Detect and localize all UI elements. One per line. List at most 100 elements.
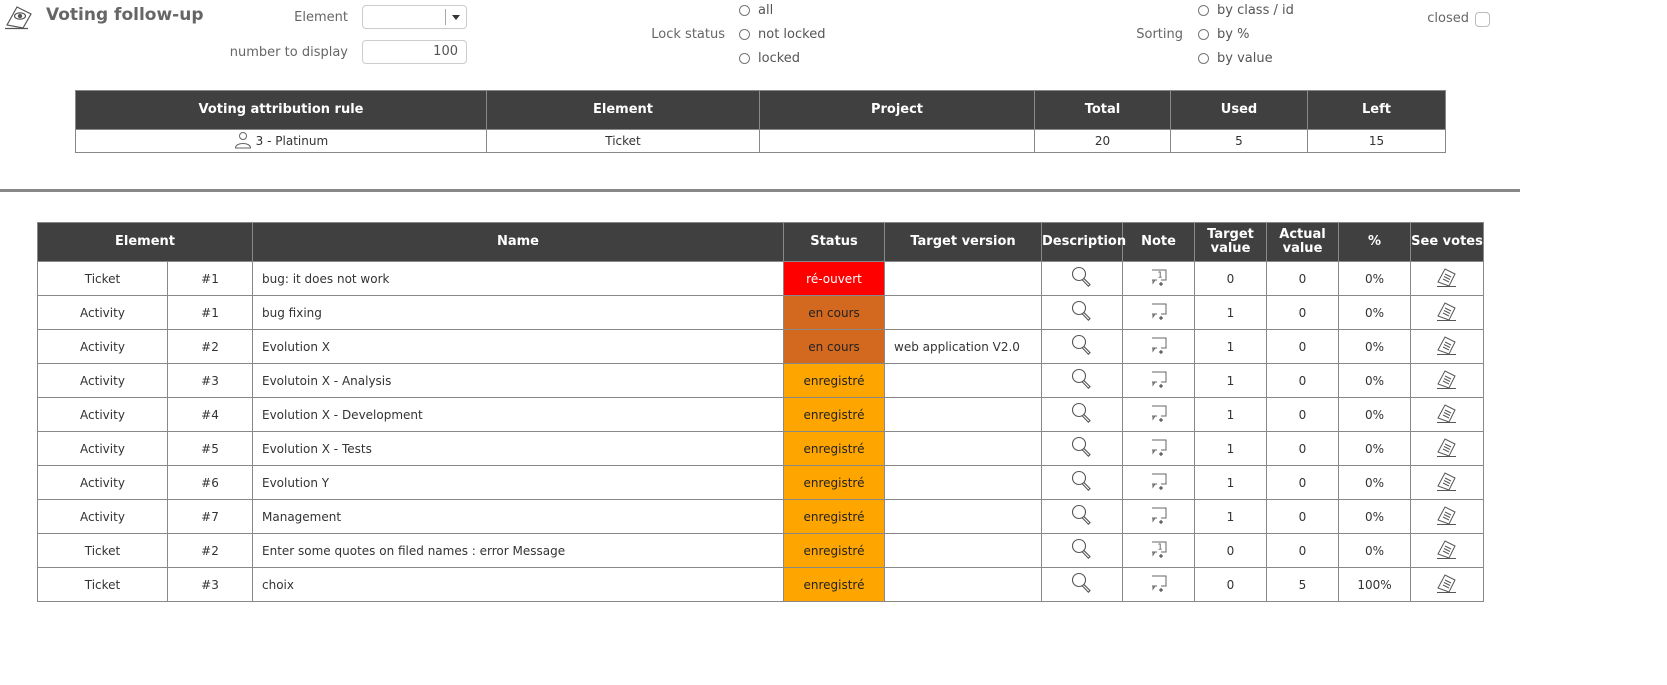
magnifier-icon[interactable] (1070, 571, 1094, 598)
cell-percent: 0% (1338, 295, 1411, 330)
cell-status: en cours (783, 329, 885, 364)
table-row[interactable]: Activity #6 Evolution Y enregistré 1 0 0… (37, 465, 1484, 500)
cell-target-version (884, 397, 1042, 432)
closed-checkbox[interactable] (1475, 12, 1490, 27)
ballot-icon[interactable] (1435, 469, 1459, 496)
add-note-icon[interactable]: 1 (1149, 539, 1169, 562)
ballot-icon[interactable] (1435, 265, 1459, 292)
cell-name[interactable]: Enter some quotes on filed names : error… (252, 533, 784, 568)
cell-actual-value: 0 (1266, 499, 1339, 534)
magnifier-icon[interactable] (1070, 469, 1094, 496)
cell-name[interactable]: Evolutoin X - Analysis (252, 363, 784, 398)
radio-circle[interactable] (1198, 5, 1209, 16)
cell-element-type: Ticket (37, 533, 168, 568)
ballot-icon[interactable] (1435, 503, 1459, 530)
table-row[interactable]: Ticket #2 Enter some quotes on filed nam… (37, 533, 1484, 568)
header-text: Target (1207, 227, 1254, 242)
cell-name[interactable]: Management (252, 499, 784, 534)
cell-element-id: #2 (167, 533, 253, 568)
cell-note: 1 (1122, 533, 1195, 568)
cell-name[interactable]: bug: it does not work (252, 261, 784, 296)
add-note-icon[interactable] (1149, 403, 1169, 426)
ballot-icon[interactable] (1435, 299, 1459, 326)
ballot-icon[interactable] (1435, 367, 1459, 394)
cell-name[interactable]: bug fixing (252, 295, 784, 330)
ballot-icon[interactable] (1435, 333, 1459, 360)
summary-header-row: Voting attribution rule Element Project … (75, 90, 1446, 130)
cell-status: enregistré (783, 499, 885, 534)
element-filter-select[interactable] (362, 5, 467, 29)
cell-target-version (884, 261, 1042, 296)
table-row[interactable]: Ticket #1 bug: it does not work ré-ouver… (37, 261, 1484, 296)
cell-target-value: 1 (1194, 431, 1267, 466)
table-row[interactable]: Activity #7 Management enregistré 1 0 0% (37, 499, 1484, 534)
sorting-radio-by-class-id[interactable]: by class / id (1198, 3, 1294, 18)
add-note-icon[interactable] (1149, 335, 1169, 358)
page-title: Voting follow-up (46, 5, 204, 25)
ballot-eye-icon (4, 4, 34, 30)
table-row[interactable]: Activity #3 Evolutoin X - Analysis enreg… (37, 363, 1484, 398)
ballot-icon[interactable] (1435, 401, 1459, 428)
sorting-radio-by-value[interactable]: by value (1198, 51, 1273, 66)
cell-note (1122, 363, 1195, 398)
add-note-icon[interactable] (1149, 369, 1169, 392)
sorting-radio-by-percent[interactable]: by % (1198, 27, 1249, 42)
ballot-icon[interactable] (1435, 537, 1459, 564)
cell-status: en cours (783, 295, 885, 330)
cell-name[interactable]: Evolution Y (252, 465, 784, 500)
table-row[interactable]: Activity #2 Evolution X en cours web app… (37, 329, 1484, 364)
cell-status: enregistré (783, 397, 885, 432)
ballot-icon[interactable] (1435, 435, 1459, 462)
add-note-icon[interactable]: 1 (1149, 267, 1169, 290)
cell-target-value: 0 (1194, 261, 1267, 296)
table-row[interactable]: Activity #5 Evolution X - Tests enregist… (37, 431, 1484, 466)
cell-see-votes (1410, 329, 1484, 364)
magnifier-icon[interactable] (1070, 435, 1094, 462)
ballot-icon[interactable] (1435, 571, 1459, 598)
voting-summary-table: Voting attribution rule Element Project … (75, 90, 1446, 153)
radio-circle[interactable] (1198, 53, 1209, 64)
magnifier-icon[interactable] (1070, 503, 1094, 530)
cell-element-id: #3 (167, 567, 253, 602)
radio-circle[interactable] (1198, 29, 1209, 40)
lock-status-radio-all[interactable]: all (739, 3, 773, 18)
add-note-icon[interactable] (1149, 437, 1169, 460)
cell-name[interactable]: Evolution X - Development (252, 397, 784, 432)
cell-actual-value: 0 (1266, 465, 1339, 500)
cell-left: 15 (1307, 129, 1446, 153)
table-row[interactable]: Activity #4 Evolution X - Development en… (37, 397, 1484, 432)
cell-element-id: #3 (167, 363, 253, 398)
radio-circle[interactable] (739, 5, 750, 16)
cell-target-value: 0 (1194, 533, 1267, 568)
magnifier-icon[interactable] (1070, 537, 1094, 564)
magnifier-icon[interactable] (1070, 367, 1094, 394)
chevron-down-icon[interactable] (445, 9, 466, 25)
add-note-icon[interactable] (1149, 471, 1169, 494)
magnifier-icon[interactable] (1070, 299, 1094, 326)
add-note-icon[interactable] (1149, 505, 1169, 528)
add-note-icon[interactable] (1149, 573, 1169, 596)
table-row[interactable]: Activity #1 bug fixing en cours 1 0 0% (37, 295, 1484, 330)
cell-name[interactable]: Evolution X (252, 329, 784, 364)
table-row[interactable]: Ticket #3 choix enregistré 0 5 100% (37, 567, 1484, 602)
cell-actual-value: 0 (1266, 295, 1339, 330)
lock-status-radio-not-locked[interactable]: not locked (739, 27, 825, 42)
radio-circle[interactable] (739, 53, 750, 64)
cell-name[interactable]: Evolution X - Tests (252, 431, 784, 466)
magnifier-icon[interactable] (1070, 333, 1094, 360)
number-to-display-input[interactable]: 100 (362, 40, 467, 64)
cell-element-type: Activity (37, 329, 168, 364)
cell-target-version (884, 499, 1042, 534)
magnifier-icon[interactable] (1070, 401, 1094, 428)
lock-status-radio-locked[interactable]: locked (739, 51, 800, 66)
cell-actual-value: 0 (1266, 329, 1339, 364)
radio-circle[interactable] (739, 29, 750, 40)
header-used: Used (1170, 90, 1308, 130)
add-note-icon[interactable] (1149, 301, 1169, 324)
cell-see-votes (1410, 567, 1484, 602)
radio-label: all (758, 3, 774, 18)
cell-name[interactable]: choix (252, 567, 784, 602)
cell-see-votes (1410, 499, 1484, 534)
cell-element-type: Activity (37, 295, 168, 330)
magnifier-icon[interactable] (1070, 265, 1094, 292)
